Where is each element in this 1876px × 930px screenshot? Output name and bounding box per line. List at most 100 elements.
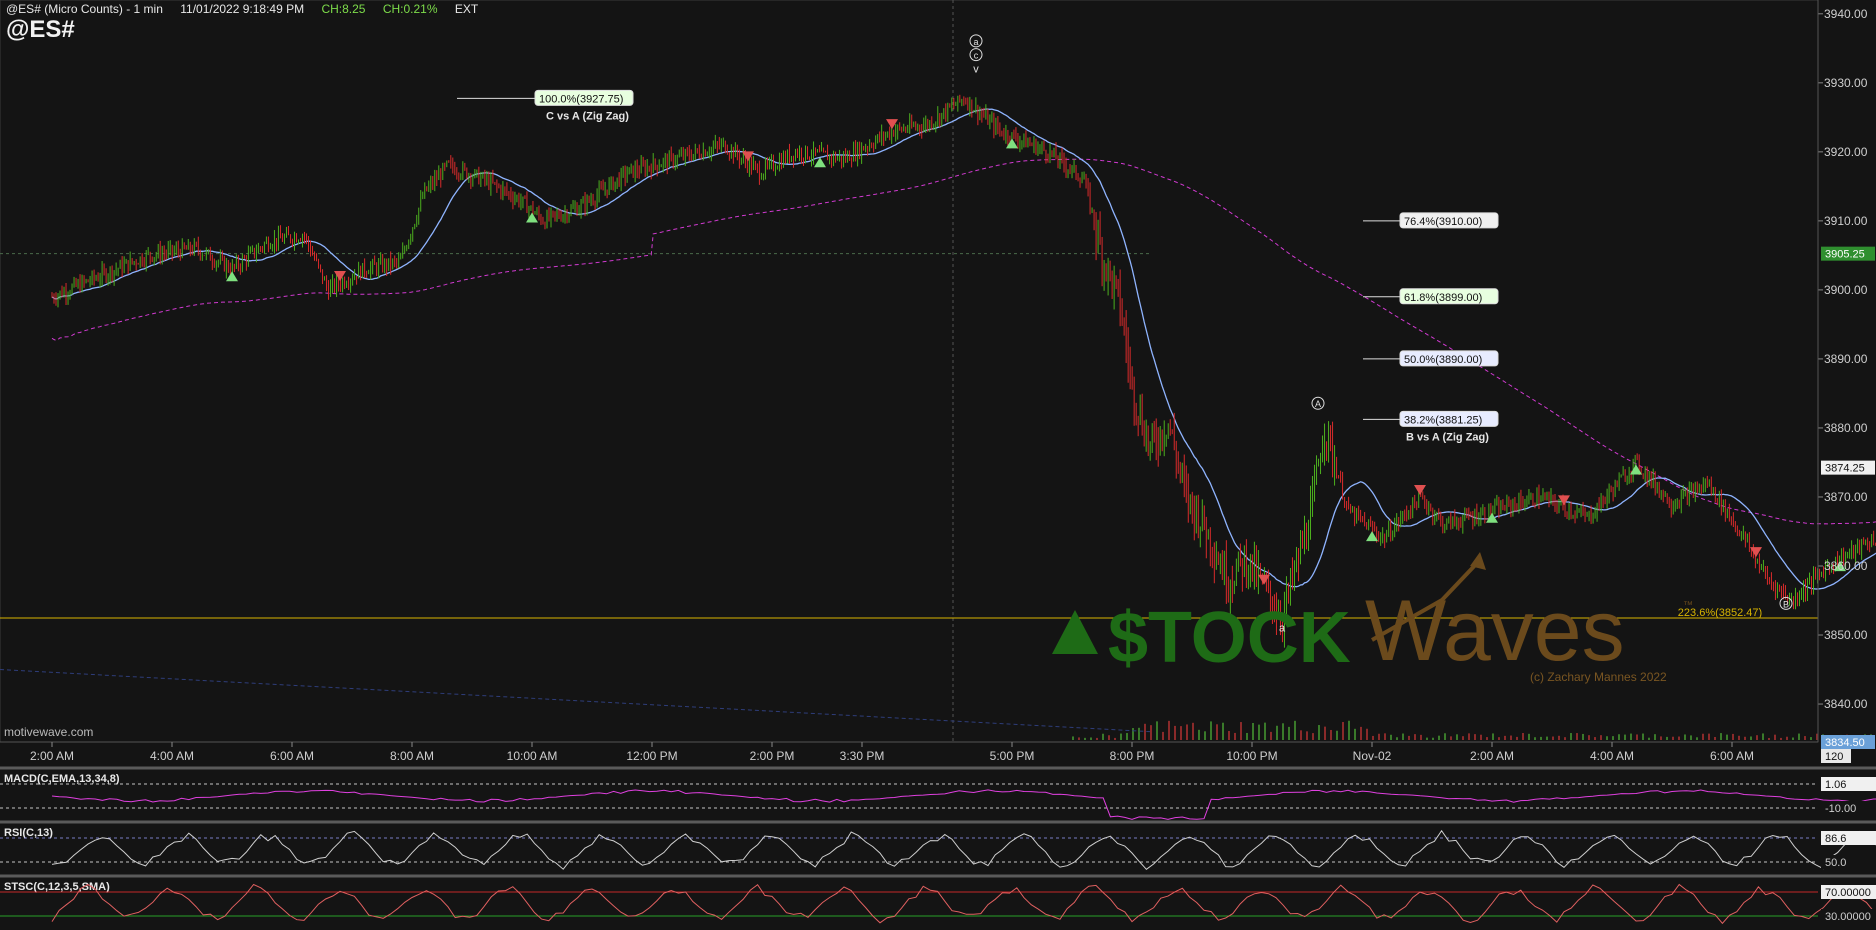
volume-bar	[1354, 728, 1356, 740]
volume-bar	[1780, 737, 1782, 740]
indicator-value-text: 50.0	[1825, 857, 1846, 869]
chart-canvas: 100.0%(3927.75) C vs A (Zig Zag) 76.4%(391…	[0, 0, 1876, 930]
volume-bar	[1384, 733, 1386, 740]
volume-bar	[1198, 729, 1200, 740]
x-tick-label: 4:00 AM	[150, 749, 194, 763]
volume-bar	[1072, 736, 1074, 740]
volume-bar	[1156, 721, 1158, 740]
y-tick-label: 3850.00	[1824, 628, 1868, 642]
x-tick-label: 12:00 PM	[626, 749, 677, 763]
volume-bar	[1732, 733, 1734, 740]
volume-bar	[1504, 735, 1506, 740]
indicator-value-text: -10.00	[1825, 803, 1856, 815]
volume-bar	[1372, 735, 1374, 740]
volume-bar	[1798, 733, 1800, 740]
volume-bar	[1330, 729, 1332, 740]
x-tick-label: 2:00 AM	[1470, 749, 1514, 763]
volume-bar	[1528, 733, 1530, 740]
indicator-value-text: 70.00000	[1825, 887, 1871, 899]
volume-bar	[1672, 736, 1674, 740]
volume-bar	[1132, 728, 1134, 740]
x-tick-label: 2:00 AM	[30, 749, 74, 763]
volume-bar	[1438, 735, 1440, 740]
volume-bar	[1252, 723, 1254, 740]
volume-bar	[1576, 733, 1578, 740]
y-tick-label: 3900.00	[1824, 283, 1868, 297]
volume-bar	[1270, 731, 1272, 740]
volume-bar	[1786, 736, 1788, 740]
volume-bar	[1570, 733, 1572, 740]
volume-bar	[1480, 734, 1482, 740]
price-label-text: 3905.25	[1825, 249, 1865, 261]
wave-label: A	[1315, 399, 1321, 409]
volume-bar	[1684, 734, 1686, 740]
volume-bar	[1228, 731, 1230, 740]
big-symbol: @ES#	[6, 16, 75, 43]
change-pct-text: CH:0.21%	[382, 2, 438, 16]
volume-bar	[1594, 737, 1596, 740]
volume-bar	[1498, 737, 1500, 740]
volume-bar	[1204, 731, 1206, 740]
volume-bar	[1096, 737, 1098, 740]
volume-bar	[1768, 737, 1770, 740]
y-tick-label: 3940.00	[1824, 7, 1868, 21]
volume-bar	[1102, 733, 1104, 740]
volume-bar	[1690, 735, 1692, 740]
volume-bar	[1396, 737, 1398, 740]
volume-bar	[1192, 722, 1194, 740]
volume-bar	[1306, 731, 1308, 740]
volume-bar	[1492, 733, 1494, 740]
copyright-text: (c) Zachary Mannes 2022	[1530, 670, 1667, 684]
volume-bar	[1234, 732, 1236, 740]
brand-stock-text: $TOCK	[1108, 598, 1351, 678]
indicator-value-text: 86.6	[1825, 833, 1846, 845]
y-tick-label: 3910.00	[1824, 214, 1868, 228]
fib-title-bva: B vs A (Zig Zag)	[1406, 431, 1489, 443]
y-tick-label: 3840.00	[1824, 697, 1868, 711]
volume-bar	[1342, 722, 1344, 740]
fib-label-text: 61.8%(3899.00)	[1404, 292, 1482, 304]
volume-bar	[1114, 737, 1116, 740]
volume-bar	[1378, 733, 1380, 740]
volume-bar	[1222, 722, 1224, 740]
session-text: EXT	[454, 2, 479, 16]
site-text: motivewave.com	[4, 725, 93, 739]
volume-bar	[1432, 737, 1434, 740]
volume-bar	[1162, 731, 1164, 740]
indicator-title: MACD(C,EMA,13,34,8)	[4, 773, 120, 785]
volume-bar	[1468, 733, 1470, 740]
volume-bar	[1264, 722, 1266, 740]
y-tick-label: 3930.00	[1824, 76, 1868, 90]
x-tick-label: 4:00 AM	[1590, 749, 1634, 763]
y-tick-label: 3890.00	[1824, 352, 1868, 366]
volume-label-text: 120	[1825, 751, 1843, 763]
volume-bar	[1462, 736, 1464, 740]
volume-bar	[1702, 733, 1704, 740]
volume-bar	[1678, 736, 1680, 740]
volume-bar	[1336, 730, 1338, 740]
x-tick-label: 6:00 AM	[270, 749, 314, 763]
volume-bar	[1756, 735, 1758, 740]
volume-bar	[1546, 736, 1548, 740]
volume-bar	[1666, 736, 1668, 740]
fib-label-text: 76.4%(3910.00)	[1404, 216, 1482, 228]
volume-bar	[1630, 733, 1632, 740]
volume-bar	[1294, 720, 1296, 740]
x-tick-label: 6:00 AM	[1710, 749, 1754, 763]
volume-bar	[1744, 736, 1746, 740]
volume-bar	[1168, 720, 1170, 740]
volume-bar	[1174, 725, 1176, 740]
volume-bar	[1288, 726, 1290, 740]
volume-bar	[1426, 737, 1428, 740]
volume-bar	[1510, 735, 1512, 740]
volume-bar	[1750, 736, 1752, 740]
fib-title-cva: C vs A (Zig Zag)	[546, 110, 629, 122]
volume-bar	[1696, 737, 1698, 740]
x-tick-label: 8:00 AM	[390, 749, 434, 763]
y-tick-label: 3880.00	[1824, 421, 1868, 435]
volume-bar	[1552, 736, 1554, 740]
volume-bar	[1318, 725, 1320, 740]
x-tick-label: Nov-02	[1353, 749, 1392, 763]
volume-bar	[1246, 732, 1248, 740]
volume-bar	[1240, 722, 1242, 740]
